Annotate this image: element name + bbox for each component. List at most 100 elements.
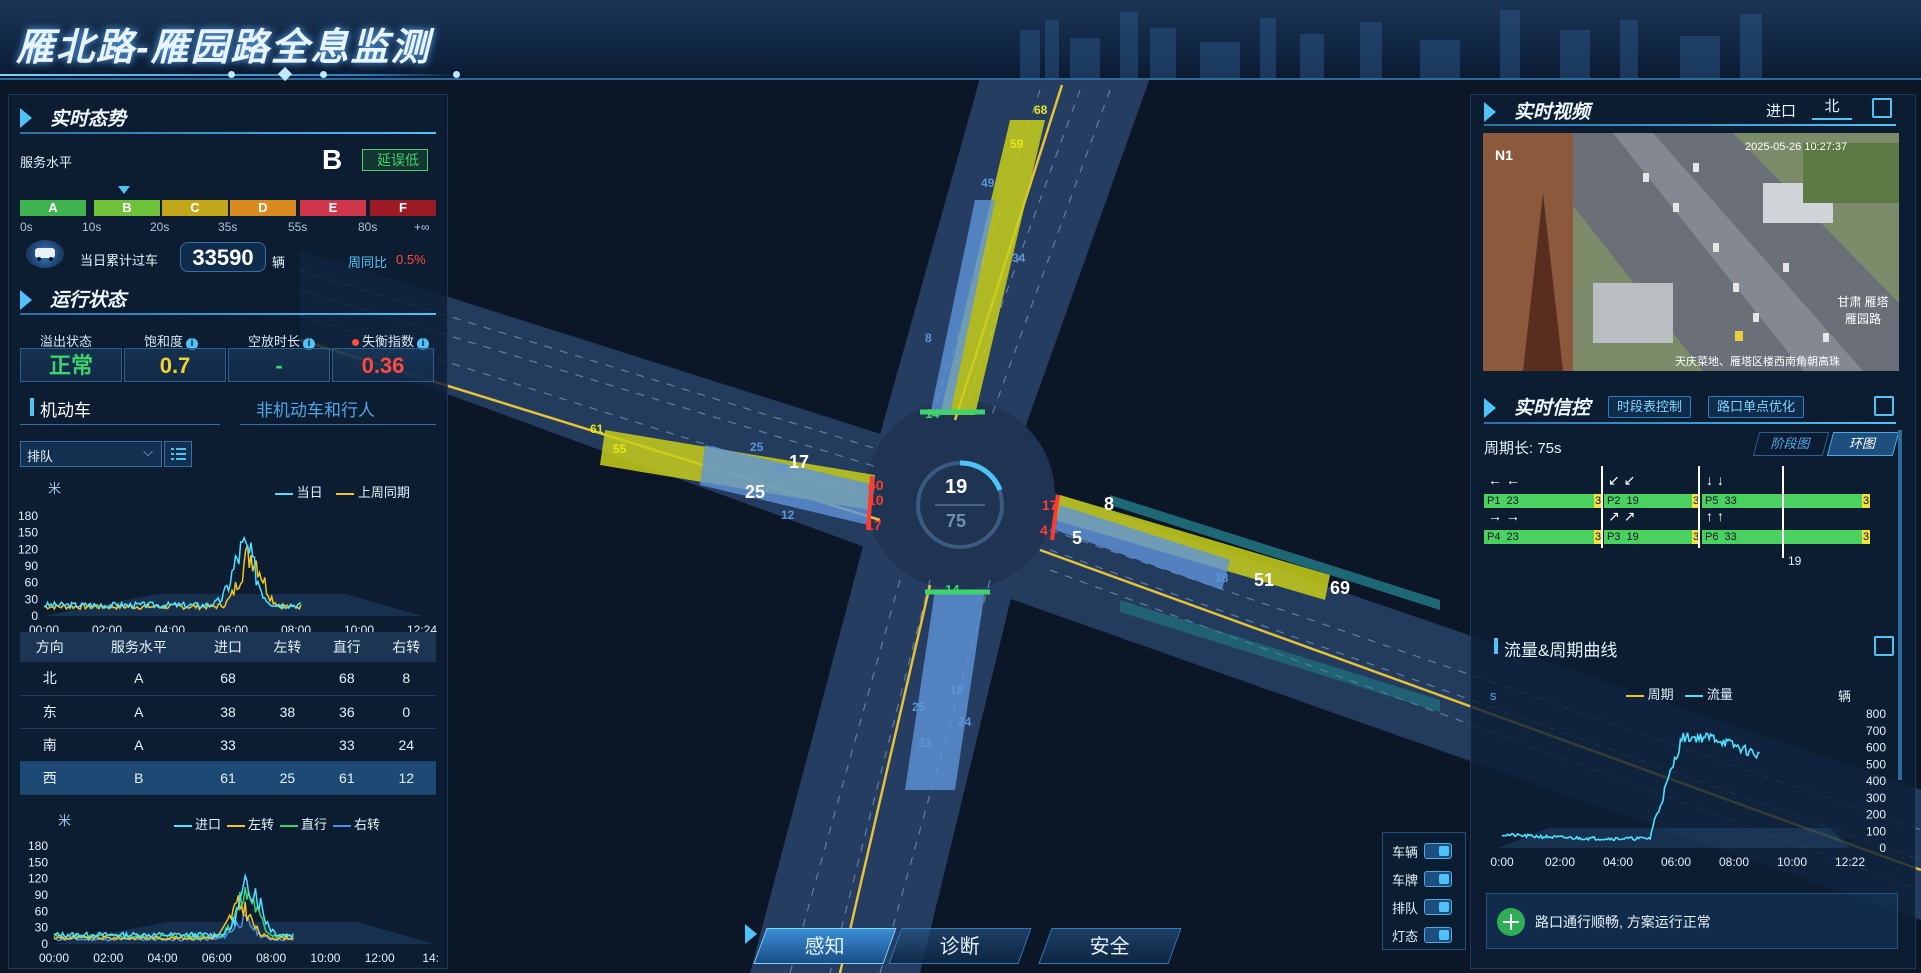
los-tick: 20s xyxy=(150,220,170,234)
table-cell: 24 xyxy=(376,728,436,762)
los-tick: +∞ xyxy=(414,220,430,234)
table-cell: 南 xyxy=(20,728,80,762)
expand-icon[interactable] xyxy=(1874,396,1894,416)
y-tick-label: 300 xyxy=(1866,791,1886,805)
expand-icon[interactable] xyxy=(1872,98,1892,118)
toggle-knob xyxy=(1439,846,1449,856)
expand-icon[interactable] xyxy=(1874,636,1894,656)
queue-label: 14 xyxy=(945,582,960,597)
video-caption: 天庆菜地、雁塔区楼西南角朝高珠 xyxy=(1675,356,1840,368)
running-title: 运行状态 xyxy=(50,290,127,311)
x-tick-label: 0:00 xyxy=(1490,855,1514,869)
table-cell: 36 xyxy=(317,695,377,729)
phase-green[interactable]: P3 19 xyxy=(1604,530,1692,544)
header-dot xyxy=(453,71,460,78)
layer-toggle[interactable] xyxy=(1424,871,1452,887)
view-ring-button[interactable]: 环图 xyxy=(1826,432,1900,456)
legend-swatch xyxy=(336,492,355,495)
tab-motor[interactable]: 机动车 xyxy=(40,396,91,421)
alert-dot-icon xyxy=(352,339,359,347)
table-header: 方向 xyxy=(20,632,80,662)
table-row[interactable]: 北 A 68 68 8 xyxy=(20,662,436,696)
current-time-label: 19 xyxy=(1788,554,1802,568)
flow-cycle-chart[interactable]: 800 700 600 500 400 300 200 100 0 0:00 02:00 04:00 0… xyxy=(1484,700,1894,870)
kpi-value: - xyxy=(228,348,330,382)
bottom-tab-arrow-icon xyxy=(745,924,757,944)
y-tick-label: 0 xyxy=(31,609,38,623)
section-divider xyxy=(1484,124,1896,126)
view-stage-button[interactable]: 阶段图 xyxy=(1752,432,1830,456)
tab-diagnosis[interactable]: 诊断 xyxy=(888,928,1032,964)
scrollbar[interactable] xyxy=(1898,430,1902,780)
toggle-knob xyxy=(1439,930,1449,940)
queue-label: 38 xyxy=(1215,571,1229,585)
table-cell: 北 xyxy=(20,662,80,696)
phase-arrow-icon: ↑ ↑ xyxy=(1706,508,1724,524)
x-tick-label: 10:00 xyxy=(310,951,340,965)
status-icon xyxy=(1497,908,1525,936)
table-cell xyxy=(257,728,318,762)
toggle-label: 排队 xyxy=(1392,901,1419,916)
queue-label: 59 xyxy=(1010,137,1024,151)
layer-toggle[interactable] xyxy=(1424,899,1452,915)
tab-safety[interactable]: 安全 xyxy=(1038,928,1182,964)
table-cell: 8 xyxy=(376,662,436,696)
realtime-title: 实时态势 xyxy=(50,109,127,130)
y-tick-label: 120 xyxy=(18,542,38,556)
queue-label: 19 xyxy=(773,462,787,476)
lane-queue-chart[interactable]: 180 150 120 90 60 30 000:00 02:00 04:00 06:00 08:0… xyxy=(18,830,438,966)
section-triangle-icon xyxy=(20,290,32,310)
timetable-control-pill[interactable]: 时段表控制 xyxy=(1608,396,1692,418)
phase-yellow: 3 xyxy=(1862,494,1870,508)
phase-green[interactable]: P1 23 xyxy=(1484,494,1594,508)
queue-label: 25 xyxy=(750,440,764,454)
phase-green[interactable]: P2 19 xyxy=(1604,494,1692,508)
phase-id: P1 xyxy=(1487,495,1501,507)
metric-select[interactable]: 排队 ⌵ xyxy=(20,441,162,467)
tab-marker xyxy=(30,398,34,416)
table-row[interactable]: 西 B 61 25 61 12 xyxy=(20,761,436,795)
chart-floor xyxy=(54,922,434,944)
table-cell: 38 xyxy=(198,695,258,729)
phase-green-time: 33 xyxy=(1724,495,1737,507)
table-cell: A xyxy=(79,728,199,762)
phase-id: P3 xyxy=(1607,531,1621,543)
toggle-label: 车辆 xyxy=(1392,845,1419,860)
table-cell: 东 xyxy=(20,695,80,729)
direction-table: 方向 服务水平 进口 左转 直行 右转 北 A 68 68 8 东 A 38 38 36 0 南 A 33 33 24 西… xyxy=(20,632,436,795)
y-tick-label: 180 xyxy=(18,509,38,523)
phase-green-time: 19 xyxy=(1626,531,1639,543)
table-header: 左转 xyxy=(257,632,318,662)
table-row[interactable]: 南 A 33 33 24 xyxy=(20,728,436,762)
service-level-label: 服务水平 xyxy=(20,155,73,170)
los-tick: 10s xyxy=(82,220,102,234)
table-header: 进口 xyxy=(198,632,258,662)
y-tick-label: 180 xyxy=(28,839,48,853)
y-tick-label: 200 xyxy=(1866,808,1886,822)
queue-label: 61 xyxy=(590,422,604,436)
video-direction-select[interactable]: 北 xyxy=(1812,96,1852,120)
phase-green[interactable]: P4 23 xyxy=(1484,530,1594,544)
queue-label: 19 xyxy=(950,683,964,697)
legend-swatch xyxy=(174,824,192,827)
queue-label: 5 xyxy=(1072,528,1083,548)
tab-nonmotor[interactable]: 非机动车和行人 xyxy=(256,396,375,421)
layer-toggle[interactable] xyxy=(1424,927,1452,943)
phase-id: P5 xyxy=(1705,495,1719,507)
x-tick-label: 08:00 xyxy=(256,951,286,965)
video-frame[interactable]: N1 2025-05-26 10:27:37 天庆菜地、雁塔区楼西南角朝高珠 甘… xyxy=(1483,133,1899,371)
table-cell: A xyxy=(79,695,199,729)
x-tick-label: 12:22 xyxy=(1835,855,1865,869)
table-row[interactable]: 东 A 38 38 36 0 xyxy=(20,695,436,729)
legend-swatch xyxy=(227,824,246,827)
tab-perception[interactable]: 感知 xyxy=(753,928,897,964)
queue-label: 40 xyxy=(868,477,884,493)
layer-toggle[interactable] xyxy=(1424,843,1452,859)
queue-chart[interactable]: 180150120906030000:00 02:00 04:00 06:00 08:0… xyxy=(18,498,438,638)
status-bar: 路口通行顺畅, 方案运行正常 xyxy=(1486,893,1898,949)
list-view-button[interactable] xyxy=(164,441,192,467)
daily-count-label: 当日累计过车 xyxy=(80,253,159,268)
y-tick-label: 100 xyxy=(1866,824,1886,838)
video-image xyxy=(1483,133,1899,371)
single-point-optimize-pill[interactable]: 路口单点优化 xyxy=(1708,396,1805,418)
